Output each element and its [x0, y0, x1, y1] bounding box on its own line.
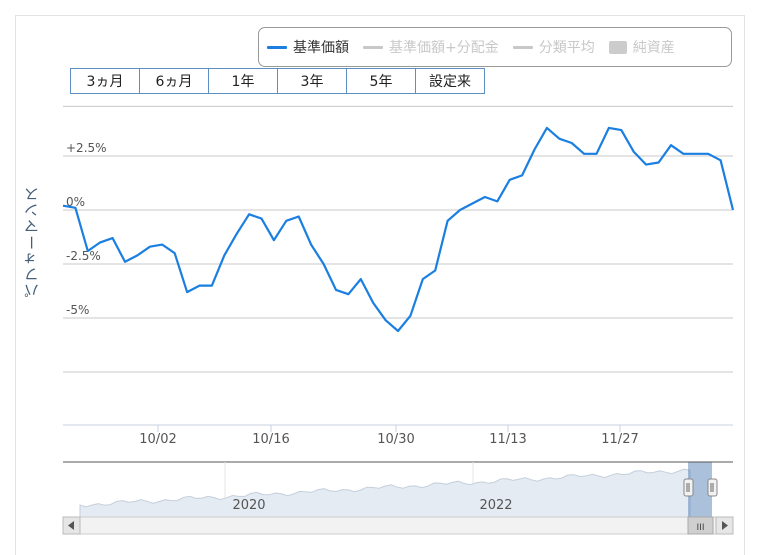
legend-label: 純資産 [632, 40, 675, 56]
x-tick-label: 10/30 [377, 432, 414, 447]
legend-swatch [267, 45, 287, 49]
range-button-5[interactable]: 設定来 [415, 68, 485, 94]
legend-label: 基準価額 [293, 40, 349, 56]
legend-item-1[interactable]: 基準価額+分配金 [363, 37, 499, 57]
legend-item-0[interactable]: 基準価額 [267, 37, 349, 57]
range-button-4[interactable]: 5年 [346, 68, 415, 94]
navigator-label: 2020 [232, 498, 265, 513]
scrollbar-track[interactable] [62, 516, 734, 535]
legend-item-2[interactable]: 分類平均 [512, 37, 595, 57]
x-tick-label: 11/13 [489, 432, 526, 447]
legend-label: 基準価額+分配金 [389, 40, 499, 56]
y-tick-label: -5% [66, 303, 89, 317]
range-button-2[interactable]: 1年 [208, 68, 277, 94]
x-tick-label: 10/02 [139, 432, 176, 447]
series-line-基準価額 [62, 126, 735, 333]
y-tick-label: +2.5% [66, 141, 107, 155]
legend-swatch [363, 45, 383, 49]
legend-item-3[interactable]: 純資産 [608, 37, 675, 57]
chart-legend: 基準価額 基準価額+分配金 分類平均 純資産 [258, 27, 732, 67]
legend-swatch [608, 40, 627, 54]
scrollbar-grip: III [697, 523, 705, 533]
range-button-1[interactable]: 6ヵ月 [139, 68, 208, 94]
x-tick-label: 11/27 [601, 432, 638, 447]
range-selector: 3ヵ月 6ヵ月 1年 3年 5年 設定来 [70, 68, 485, 94]
x-tick-label: 10/16 [252, 432, 289, 447]
legend-label: 分類平均 [538, 40, 595, 56]
y-axis-title: パフォーマンス [23, 186, 41, 299]
legend-swatch [512, 45, 533, 49]
range-button-3[interactable]: 3年 [277, 68, 346, 94]
range-button-0[interactable]: 3ヵ月 [70, 68, 139, 94]
y-tick-label: -2.5% [66, 249, 101, 263]
navigator-label: 2022 [479, 498, 512, 513]
